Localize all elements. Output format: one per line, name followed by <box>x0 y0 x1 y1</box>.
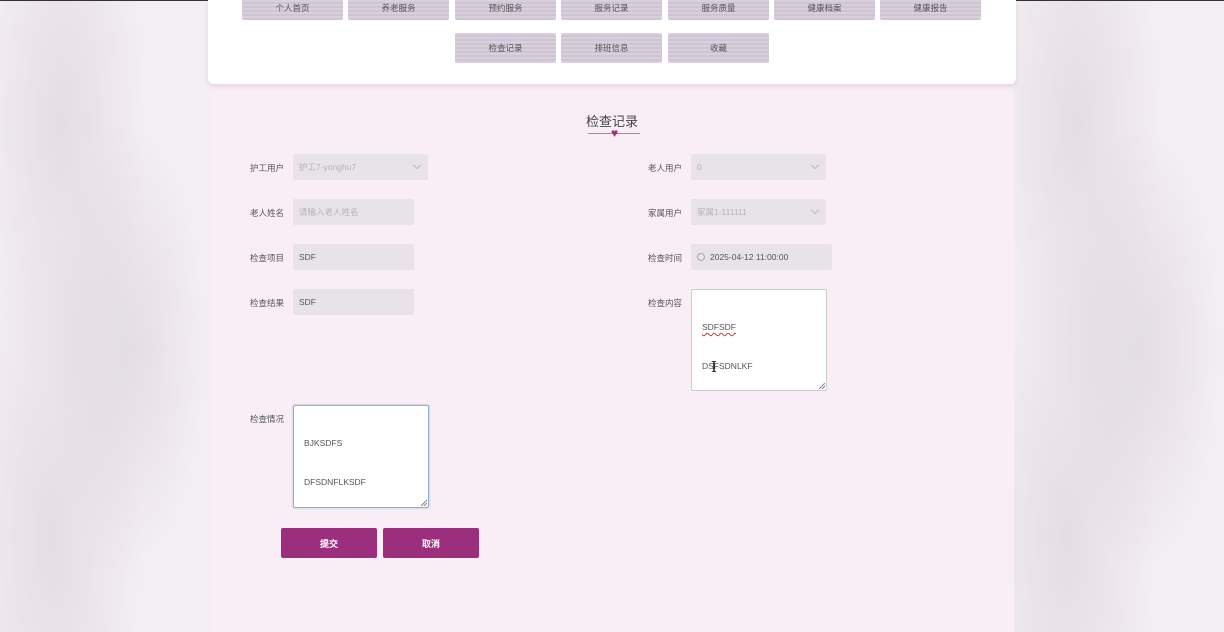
check-item-value: SDF <box>299 252 316 262</box>
text-cursor-icon: I <box>711 358 717 376</box>
check-situation-line1: BJKSDFS <box>304 438 343 448</box>
family-user-label: 家属用户 <box>648 208 683 218</box>
resize-handle-icon[interactable] <box>819 383 825 389</box>
nurse-user-select[interactable]: 护工7-yonghu7 <box>293 154 428 180</box>
resize-handle-icon[interactable] <box>421 500 427 506</box>
elder-name-label: 老人姓名 <box>250 208 285 218</box>
check-item-label: 检查项目 <box>250 253 285 263</box>
check-result-value: SDF <box>299 297 316 307</box>
elder-user-select[interactable]: 0 <box>691 154 826 180</box>
heart-icon: ♥ <box>610 126 619 140</box>
nav-elder-service[interactable]: 养老服务 <box>348 0 449 20</box>
check-time-label: 检查时间 <box>648 253 683 263</box>
check-content-label: 检查内容 <box>648 298 683 308</box>
nav-service-record[interactable]: 服务记录 <box>561 0 662 20</box>
check-result-input[interactable]: SDF <box>293 289 414 315</box>
chevron-down-icon <box>412 160 422 170</box>
cancel-button[interactable]: 取消 <box>383 528 479 558</box>
nurse-user-value: 护工7-yonghu7 <box>299 162 357 172</box>
nav-health-archive[interactable]: 健康档案 <box>774 0 875 20</box>
check-time-input[interactable]: 2025-04-12 11:00:00 <box>691 244 832 270</box>
check-result-label: 检查结果 <box>250 298 285 308</box>
check-content-line1: SDFSDF <box>702 322 736 332</box>
check-item-input[interactable]: SDF <box>293 244 414 270</box>
background-right-floral <box>1014 0 1224 632</box>
clock-icon <box>697 253 705 261</box>
check-content-line2: DSFSDNLKF <box>702 361 753 371</box>
check-situation-textarea[interactable]: BJKSDFS DFSDNFLKSDF <box>293 405 429 508</box>
nav-appointment[interactable]: 预约服务 <box>455 0 556 20</box>
submit-button[interactable]: 提交 <box>281 528 377 558</box>
nav-health-report[interactable]: 健康报告 <box>880 0 981 20</box>
family-user-value: 家属1-111111 <box>697 207 747 217</box>
elder-name-placeholder: 请输入老人姓名 <box>299 207 359 217</box>
nurse-user-label: 护工用户 <box>250 163 285 173</box>
check-situation-label: 检查情况 <box>250 414 285 424</box>
nav-schedule[interactable]: 排班信息 <box>561 33 662 63</box>
nav-service-quality[interactable]: 服务质量 <box>668 0 769 20</box>
nav-favorites[interactable]: 收藏 <box>668 33 769 63</box>
family-user-select[interactable]: 家属1-111111 <box>691 199 826 225</box>
elder-user-value: 0 <box>697 162 702 172</box>
nav-panel: 个人首页 养老服务 预约服务 服务记录 服务质量 健康档案 健康报告 检查记录 … <box>208 0 1016 84</box>
background-left-floral <box>0 0 210 632</box>
check-time-value: 2025-04-12 11:00:00 <box>710 252 789 262</box>
nav-check-record[interactable]: 检查记录 <box>455 33 556 63</box>
check-situation-line2: DFSDNFLKSDF <box>304 477 366 487</box>
elder-user-label: 老人用户 <box>648 163 683 173</box>
elder-name-input[interactable]: 请输入老人姓名 <box>293 199 414 225</box>
chevron-down-icon <box>810 205 820 215</box>
nav-home[interactable]: 个人首页 <box>242 0 343 20</box>
chevron-down-icon <box>810 160 820 170</box>
